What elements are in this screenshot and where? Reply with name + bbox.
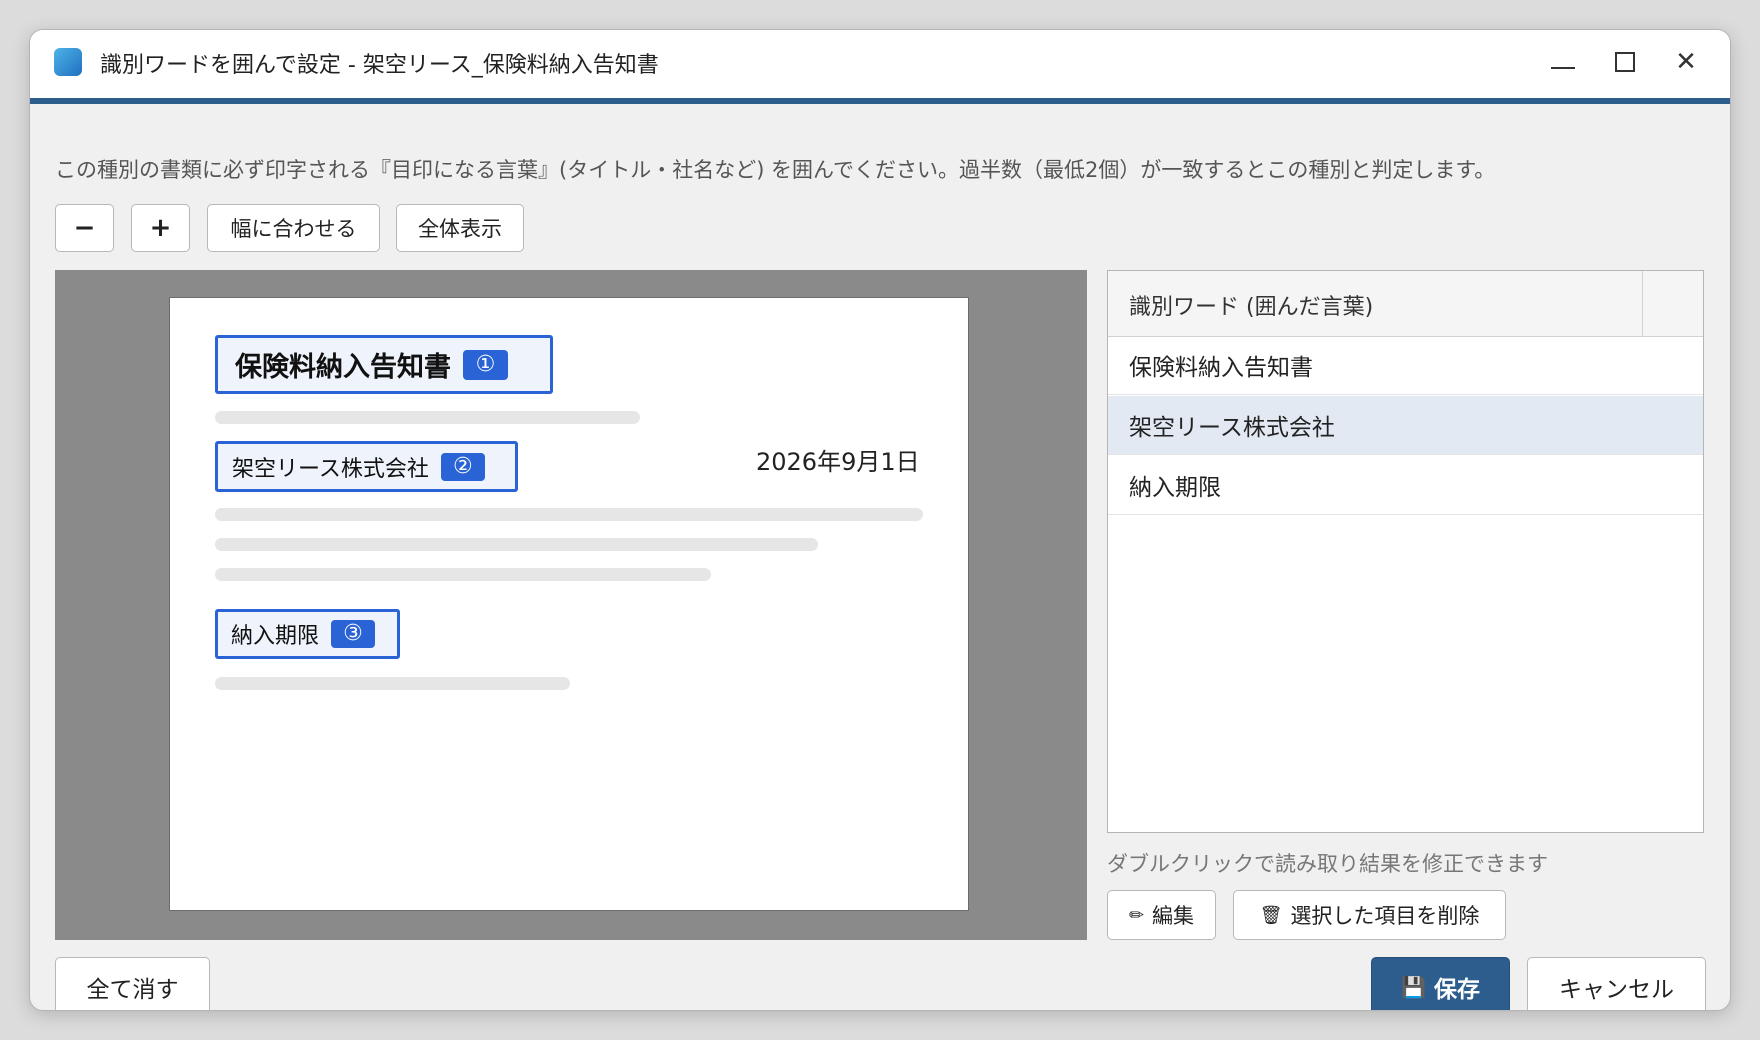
instruction-text: この種別の書類に必ず印字される『目印になる言葉』(タイトル・社名など) を囲んで… [55,158,1496,182]
maximize-icon [1615,52,1635,72]
zoom-in-button[interactable]: + [131,204,190,252]
dialog-window: 識別ワードを囲んで設定 - 架空リース_保険料納入告知書 ✕ この種別の書類に必… [29,29,1731,1011]
title-bar: 識別ワードを囲んで設定 - 架空リース_保険料納入告知書 ✕ [30,30,1730,104]
word-box-text: 架空リース株式会社 [232,456,429,482]
text-placeholder-line [215,508,923,521]
word-list-item[interactable]: 保険料納入告知書 [1108,336,1703,395]
text-placeholder-line [215,677,570,690]
word-box-1[interactable]: 保険料納入告知書 ① [215,335,553,394]
cancel-button[interactable]: キャンセル [1527,957,1706,1010]
fit-all-button[interactable]: 全体表示 [396,204,524,252]
zoom-out-button[interactable]: − [55,204,114,252]
edit-button-label: 編集 [1152,904,1195,928]
delete-button-label: 選択した項目を削除 [1290,904,1480,928]
word-list-item[interactable]: 納入期限 [1108,456,1703,515]
app-icon [54,48,82,76]
window-title: 識別ワードを囲んで設定 - 架空リース_保険料納入告知書 [100,53,659,78]
word-box-3[interactable]: 納入期限 ③ [215,609,400,659]
close-button[interactable]: ✕ [1664,42,1708,82]
column-divider [1642,271,1643,336]
minimize-button[interactable] [1541,42,1585,82]
text-placeholder-line [215,411,640,424]
word-list-header-label: 識別ワード (囲んだ言葉) [1129,295,1374,320]
document-viewer[interactable]: 保険料納入告知書 ① 架空リース株式会社 ② 2026年9月1日 納入期限 ③ [55,270,1087,940]
save-button[interactable]: 💾 保存 [1371,957,1510,1010]
word-box-2[interactable]: 架空リース株式会社 ② [215,441,518,492]
delete-selected-button[interactable]: 🗑 選択した項目を削除 [1233,890,1506,940]
word-list-header: 識別ワード (囲んだ言葉) [1108,271,1703,337]
maximize-button[interactable] [1603,42,1647,82]
floppy-disk-icon: 💾 [1401,974,1426,999]
text-placeholder-line [215,538,818,551]
word-box-text: 納入期限 [231,624,320,649]
minimize-icon [1551,67,1575,69]
text-placeholder-line [215,568,711,581]
word-box-badge: ① [463,349,508,380]
word-list[interactable]: 識別ワード (囲んだ言葉) 保険料納入告知書 架空リース株式会社 納入期限 [1107,270,1704,833]
fit-width-button[interactable]: 幅に合わせる [207,204,380,252]
word-list-item-selected[interactable]: 架空リース株式会社 [1108,396,1703,455]
clear-all-button[interactable]: 全て消す [55,957,210,1010]
trash-icon: 🗑 [1259,904,1283,926]
pencil-icon: ✏ [1128,904,1145,926]
word-box-badge: ③ [331,620,376,648]
save-button-label: 保存 [1433,976,1480,1003]
document-date: 2026年9月1日 [756,448,920,476]
word-box-badge: ② [440,452,485,481]
document-page[interactable]: 保険料納入告知書 ① 架空リース株式会社 ② 2026年9月1日 納入期限 ③ [169,297,969,911]
edit-button[interactable]: ✏ 編集 [1107,890,1216,940]
close-icon: ✕ [1675,47,1697,77]
word-box-text: 保険料納入告知書 [235,352,451,383]
edit-hint: ダブルクリックで読み取り結果を修正できます [1107,852,1548,876]
